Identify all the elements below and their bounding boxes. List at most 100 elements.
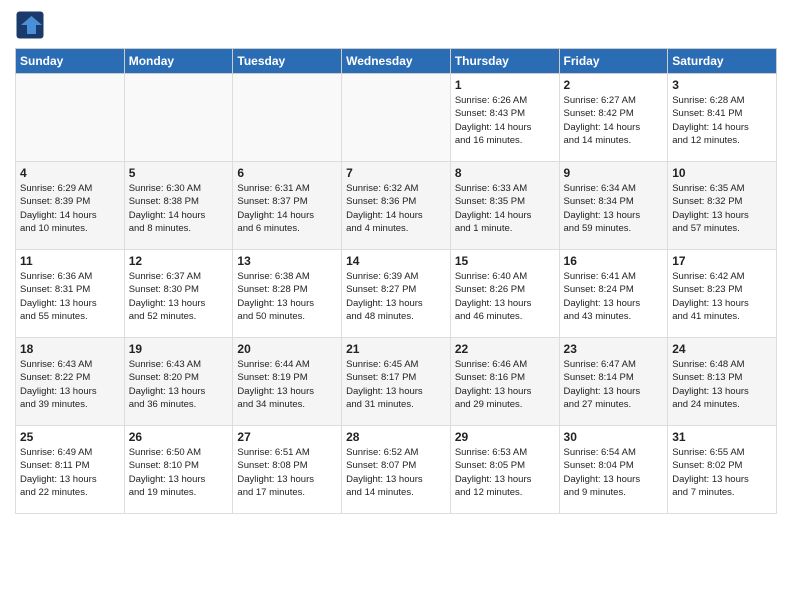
calendar-cell: 17 Sunrise: 6:42 AM Sunset: 8:23 PM Dayli… (668, 250, 777, 338)
calendar-cell (342, 74, 451, 162)
calendar-cell: 18 Sunrise: 6:43 AM Sunset: 8:22 PM Dayli… (16, 338, 125, 426)
day-number: 19 (129, 342, 229, 356)
day-number: 31 (672, 430, 772, 444)
calendar-cell: 19 Sunrise: 6:43 AM Sunset: 8:20 PM Dayli… (124, 338, 233, 426)
calendar-cell: 22Sunrise: 6:46 AM Sunset: 8:16 PM Dayli… (450, 338, 559, 426)
calendar-cell: 31 Sunrise: 6:55 AM Sunset: 8:02 PM Dayli… (668, 426, 777, 514)
calendar-week-5: 25 Sunrise: 6:49 AM Sunset: 8:11 PM Dayli… (16, 426, 777, 514)
day-number: 4 (20, 166, 120, 180)
day-info: Sunrise: 6:31 AM Sunset: 8:37 PM Dayligh… (237, 182, 337, 235)
weekday-header-monday: Monday (124, 49, 233, 74)
day-info: Sunrise: 6:53 AM Sunset: 8:05 PM Dayligh… (455, 446, 555, 499)
weekday-header-row: SundayMondayTuesdayWednesdayThursdayFrid… (16, 49, 777, 74)
day-number: 17 (672, 254, 772, 268)
day-number: 28 (346, 430, 446, 444)
weekday-header-wednesday: Wednesday (342, 49, 451, 74)
day-info: Sunrise: 6:48 AM Sunset: 8:13 PM Dayligh… (672, 358, 772, 411)
day-info: Sunrise: 6:55 AM Sunset: 8:02 PM Dayligh… (672, 446, 772, 499)
day-number: 2 (564, 78, 664, 92)
day-number: 9 (564, 166, 664, 180)
day-info: Sunrise: 6:43 AM Sunset: 8:20 PM Dayligh… (129, 358, 229, 411)
day-info: Sunrise: 6:44 AM Sunset: 8:19 PM Dayligh… (237, 358, 337, 411)
calendar-week-4: 18 Sunrise: 6:43 AM Sunset: 8:22 PM Dayli… (16, 338, 777, 426)
calendar-cell: 7 Sunrise: 6:32 AM Sunset: 8:36 PM Daylig… (342, 162, 451, 250)
day-number: 23 (564, 342, 664, 356)
calendar-cell: 24 Sunrise: 6:48 AM Sunset: 8:13 PM Dayli… (668, 338, 777, 426)
day-number: 15 (455, 254, 555, 268)
weekday-header-friday: Friday (559, 49, 668, 74)
calendar-week-2: 4Sunrise: 6:29 AM Sunset: 8:39 PM Daylig… (16, 162, 777, 250)
day-number: 6 (237, 166, 337, 180)
calendar-cell: 26 Sunrise: 6:50 AM Sunset: 8:10 PM Dayli… (124, 426, 233, 514)
calendar-cell (233, 74, 342, 162)
day-info: Sunrise: 6:27 AM Sunset: 8:42 PM Dayligh… (564, 94, 664, 147)
calendar-cell: 30Sunrise: 6:54 AM Sunset: 8:04 PM Dayli… (559, 426, 668, 514)
calendar-table: SundayMondayTuesdayWednesdayThursdayFrid… (15, 48, 777, 514)
day-number: 25 (20, 430, 120, 444)
day-number: 14 (346, 254, 446, 268)
day-info: Sunrise: 6:42 AM Sunset: 8:23 PM Dayligh… (672, 270, 772, 323)
day-number: 8 (455, 166, 555, 180)
day-info: Sunrise: 6:33 AM Sunset: 8:35 PM Dayligh… (455, 182, 555, 235)
calendar-cell: 13Sunrise: 6:38 AM Sunset: 8:28 PM Dayli… (233, 250, 342, 338)
page: SundayMondayTuesdayWednesdayThursdayFrid… (0, 0, 792, 612)
calendar-cell: 9Sunrise: 6:34 AM Sunset: 8:34 PM Daylig… (559, 162, 668, 250)
day-number: 11 (20, 254, 120, 268)
calendar-cell: 23Sunrise: 6:47 AM Sunset: 8:14 PM Dayli… (559, 338, 668, 426)
calendar-cell: 25 Sunrise: 6:49 AM Sunset: 8:11 PM Dayli… (16, 426, 125, 514)
day-info: Sunrise: 6:32 AM Sunset: 8:36 PM Dayligh… (346, 182, 446, 235)
day-info: Sunrise: 6:26 AM Sunset: 8:43 PM Dayligh… (455, 94, 555, 147)
weekday-header-thursday: Thursday (450, 49, 559, 74)
day-number: 16 (564, 254, 664, 268)
calendar-week-1: 1Sunrise: 6:26 AM Sunset: 8:43 PM Daylig… (16, 74, 777, 162)
calendar-cell: 14Sunrise: 6:39 AM Sunset: 8:27 PM Dayli… (342, 250, 451, 338)
day-info: Sunrise: 6:52 AM Sunset: 8:07 PM Dayligh… (346, 446, 446, 499)
calendar-cell: 12 Sunrise: 6:37 AM Sunset: 8:30 PM Dayli… (124, 250, 233, 338)
calendar-cell: 20 Sunrise: 6:44 AM Sunset: 8:19 PM Dayli… (233, 338, 342, 426)
day-info: Sunrise: 6:37 AM Sunset: 8:30 PM Dayligh… (129, 270, 229, 323)
day-number: 18 (20, 342, 120, 356)
calendar-cell: 28 Sunrise: 6:52 AM Sunset: 8:07 PM Dayli… (342, 426, 451, 514)
calendar-cell: 16 Sunrise: 6:41 AM Sunset: 8:24 PM Dayli… (559, 250, 668, 338)
day-info: Sunrise: 6:35 AM Sunset: 8:32 PM Dayligh… (672, 182, 772, 235)
calendar-cell: 4Sunrise: 6:29 AM Sunset: 8:39 PM Daylig… (16, 162, 125, 250)
calendar-cell: 8 Sunrise: 6:33 AM Sunset: 8:35 PM Daylig… (450, 162, 559, 250)
calendar-cell: 2 Sunrise: 6:27 AM Sunset: 8:42 PM Daylig… (559, 74, 668, 162)
day-info: Sunrise: 6:49 AM Sunset: 8:11 PM Dayligh… (20, 446, 120, 499)
day-number: 30 (564, 430, 664, 444)
day-info: Sunrise: 6:51 AM Sunset: 8:08 PM Dayligh… (237, 446, 337, 499)
day-info: Sunrise: 6:36 AM Sunset: 8:31 PM Dayligh… (20, 270, 120, 323)
calendar-cell: 1Sunrise: 6:26 AM Sunset: 8:43 PM Daylig… (450, 74, 559, 162)
day-number: 26 (129, 430, 229, 444)
day-info: Sunrise: 6:45 AM Sunset: 8:17 PM Dayligh… (346, 358, 446, 411)
calendar-cell: 5Sunrise: 6:30 AM Sunset: 8:38 PM Daylig… (124, 162, 233, 250)
calendar-cell (16, 74, 125, 162)
day-number: 10 (672, 166, 772, 180)
logo-icon (15, 10, 45, 40)
calendar-cell (124, 74, 233, 162)
day-number: 12 (129, 254, 229, 268)
day-info: Sunrise: 6:50 AM Sunset: 8:10 PM Dayligh… (129, 446, 229, 499)
logo (15, 10, 49, 40)
calendar-cell: 15 Sunrise: 6:40 AM Sunset: 8:26 PM Dayli… (450, 250, 559, 338)
weekday-header-saturday: Saturday (668, 49, 777, 74)
header (15, 10, 777, 40)
day-number: 24 (672, 342, 772, 356)
day-info: Sunrise: 6:30 AM Sunset: 8:38 PM Dayligh… (129, 182, 229, 235)
day-number: 20 (237, 342, 337, 356)
calendar-cell: 27Sunrise: 6:51 AM Sunset: 8:08 PM Dayli… (233, 426, 342, 514)
calendar-cell: 3 Sunrise: 6:28 AM Sunset: 8:41 PM Daylig… (668, 74, 777, 162)
weekday-header-sunday: Sunday (16, 49, 125, 74)
calendar-cell: 11 Sunrise: 6:36 AM Sunset: 8:31 PM Dayli… (16, 250, 125, 338)
calendar-week-3: 11 Sunrise: 6:36 AM Sunset: 8:31 PM Dayli… (16, 250, 777, 338)
calendar-cell: 6 Sunrise: 6:31 AM Sunset: 8:37 PM Daylig… (233, 162, 342, 250)
day-number: 21 (346, 342, 446, 356)
day-info: Sunrise: 6:40 AM Sunset: 8:26 PM Dayligh… (455, 270, 555, 323)
calendar-cell: 10 Sunrise: 6:35 AM Sunset: 8:32 PM Dayli… (668, 162, 777, 250)
day-info: Sunrise: 6:41 AM Sunset: 8:24 PM Dayligh… (564, 270, 664, 323)
day-number: 7 (346, 166, 446, 180)
day-info: Sunrise: 6:43 AM Sunset: 8:22 PM Dayligh… (20, 358, 120, 411)
day-number: 22 (455, 342, 555, 356)
day-info: Sunrise: 6:28 AM Sunset: 8:41 PM Dayligh… (672, 94, 772, 147)
day-number: 3 (672, 78, 772, 92)
